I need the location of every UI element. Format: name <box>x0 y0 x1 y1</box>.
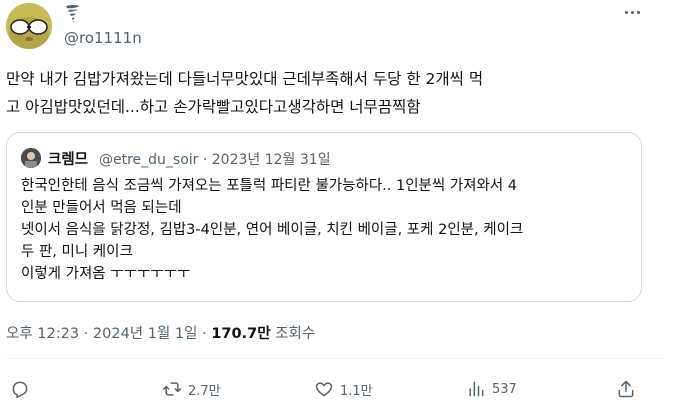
quote-text-line: 넷이서 음식을 닭강정, 김밥3-4인분, 연어 베이글, 치킨 베이글, 포케… <box>21 222 524 238</box>
quote-text-line: 한국인한테 음식 조금씩 가져오는 포틀럭 파티란 불가능하다.. 1인분씩 가… <box>21 178 518 194</box>
quote-text-line: 이렇게 가져옴 ㅜㅜㅜㅜㅜㅜ <box>21 266 191 282</box>
quoted-tweet[interactable]: 크렘므 @etre_du_soir · 2023년 12월 31일 한국인한테 … <box>6 132 642 302</box>
retweet-button[interactable]: 2.7만 <box>162 377 221 401</box>
quote-text-line: 인분 만들어서 먹음 되는데 <box>21 200 182 216</box>
author-avatar[interactable] <box>6 3 52 49</box>
more-dot-icon <box>631 11 634 14</box>
views-button[interactable]: 537 <box>466 377 517 401</box>
views-count-value: 170.7만 <box>211 326 271 342</box>
heart-icon <box>315 382 333 397</box>
timestamp-time[interactable]: 오후 12:23 · 2024년 1월 1일 · <box>6 326 211 342</box>
retweet-icon <box>162 382 182 396</box>
quote-text: 한국인한테 음식 조금씩 가져오는 포틀럭 파티란 불가능하다.. 1인분씩 가… <box>21 175 631 285</box>
bar-chart-icon <box>469 381 484 397</box>
quote-author-avatar[interactable] <box>21 148 41 168</box>
more-options-button[interactable] <box>622 6 644 20</box>
divider <box>6 358 664 359</box>
like-button[interactable]: 1.1만 <box>314 377 373 401</box>
tweet-text: 만약 내가 김밥가져왔는데 다들너무맛있대 근데부족해서 두당 한 2개씩 먹 … <box>6 65 646 121</box>
more-dot-icon <box>625 11 628 14</box>
retweet-count: 2.7만 <box>188 383 221 399</box>
avatar-sunglasses-image <box>6 3 52 49</box>
like-count: 1.1만 <box>340 383 373 399</box>
tweet-text-line: 만약 내가 김밥가져왔는데 다들너무맛있대 근데부족해서 두당 한 2개씩 먹 <box>6 70 484 88</box>
more-dot-icon <box>637 11 640 14</box>
tweet-timestamp: 오후 12:23 · 2024년 1월 1일 · 170.7만 조회수 <box>6 322 315 343</box>
share-button[interactable] <box>616 377 636 401</box>
author-handle[interactable]: @ro1111n <box>64 29 142 47</box>
views-label: 조회수 <box>270 326 316 342</box>
quote-avatar-image <box>21 148 41 168</box>
quote-text-line: 두 판, 미니 케이크 <box>21 244 133 260</box>
share-icon <box>618 380 634 398</box>
reply-button[interactable] <box>10 377 36 401</box>
quote-author-name[interactable]: 크렘므 <box>48 148 88 169</box>
tornado-icon <box>66 5 80 23</box>
tweet-text-line: 고 아김밥맛있던데...하고 손가락빨고있다고생각하면 너무끔찍함 <box>6 98 421 116</box>
views-count: 537 <box>492 381 517 397</box>
quote-author-meta: @etre_du_soir · 2023년 12월 31일 <box>99 152 331 168</box>
reply-icon <box>12 381 28 399</box>
